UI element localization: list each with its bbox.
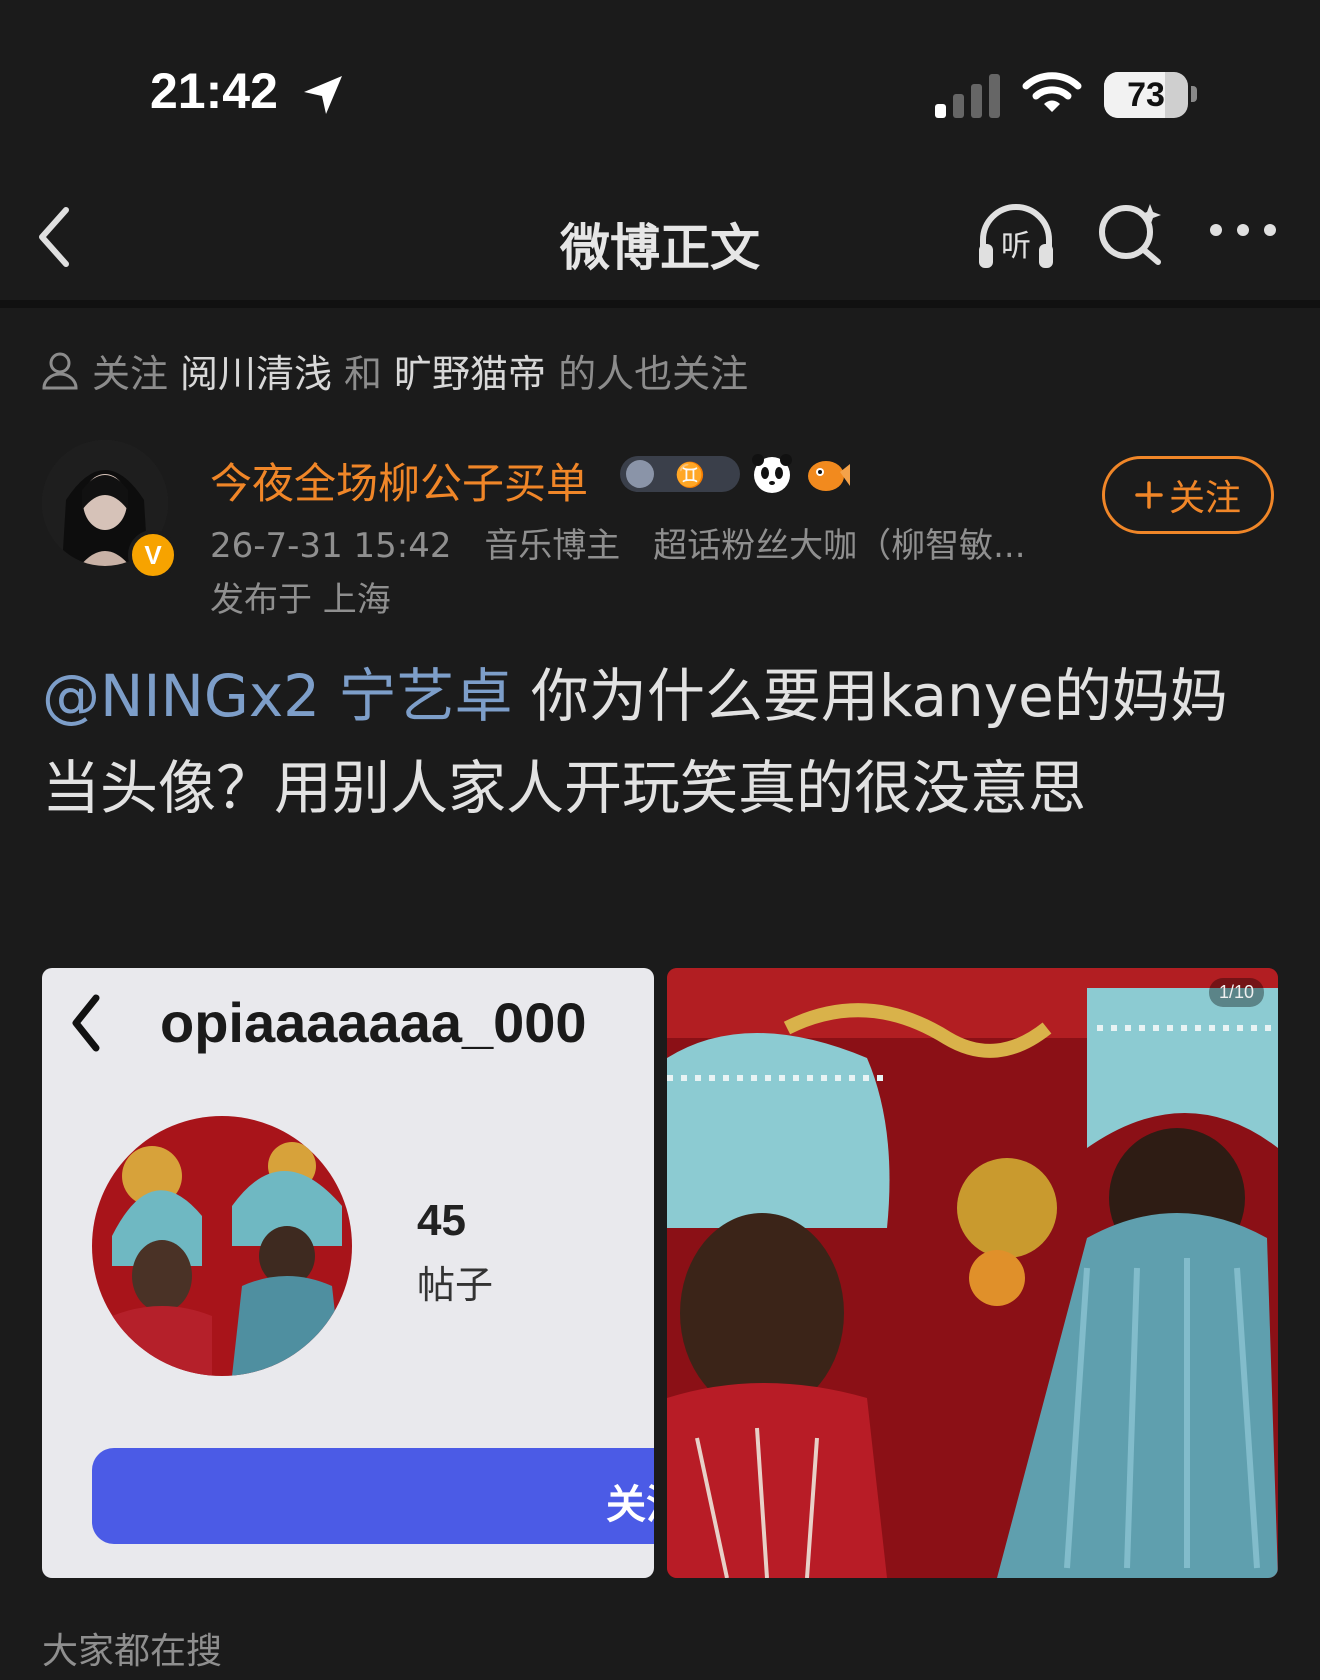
follow-recommendation[interactable]: 关注 阅川清浅 和 旷野猫帝 的人也关注 xyxy=(40,343,749,398)
author-tag-1: 音乐博主 xyxy=(484,526,621,566)
plus-icon xyxy=(1135,481,1163,509)
nav-bar: 微博正文 听 xyxy=(0,180,1320,308)
search-ai-icon[interactable] xyxy=(1098,200,1164,266)
post-date: 26-7-31 15:42 xyxy=(210,526,452,566)
author-tag-2: 超话粉丝大咖（柳智敏... xyxy=(653,526,1026,566)
profile-username: opiaaaaaaa_000 xyxy=(160,991,587,1054)
recommend-suffix: 的人也关注 xyxy=(558,351,749,396)
battery-percentage: 73 xyxy=(1127,76,1165,114)
wifi-icon xyxy=(1022,72,1082,112)
person-outline-icon xyxy=(42,352,78,390)
fish-icon xyxy=(808,461,850,491)
recommend-prefix: 关注 xyxy=(92,351,169,396)
status-time: 21:42 xyxy=(150,63,278,119)
back-chevron-icon xyxy=(72,994,100,1052)
mention-link[interactable]: @NINGx2 宁艺卓 xyxy=(42,662,513,730)
recommend-user-1[interactable]: 阅川清浅 xyxy=(180,343,332,398)
svg-text:♊: ♊ xyxy=(675,461,705,489)
panda-icon xyxy=(752,454,792,493)
location-arrow-icon xyxy=(304,76,342,114)
zodiac-badge-icon: ♊ xyxy=(620,456,740,492)
cellular-signal-icon xyxy=(935,74,1000,118)
image-counter: 1/10 xyxy=(1208,978,1264,1007)
follow-button-label: 关注 xyxy=(1168,478,1241,519)
ig-follow-button: 关注 xyxy=(92,1448,654,1544)
profile-avatar xyxy=(92,1116,352,1376)
posts-label: 帖子 xyxy=(417,1263,494,1307)
post-image-1[interactable]: opiaaaaaaa_000 45 帖子 关注 xyxy=(42,968,654,1578)
more-options-icon[interactable] xyxy=(1208,220,1278,240)
post-body: @NINGx2 宁艺卓 你为什么要用kanye的妈妈当头像？用别人家人开玩笑真的… xyxy=(42,650,1282,834)
recommend-conj: 和 xyxy=(344,351,383,396)
post-meta: 26-7-31 15:42 音乐博主 超话粉丝大咖（柳智敏... xyxy=(210,518,1048,567)
opera-photo xyxy=(667,968,1278,1578)
listen-label: 听 xyxy=(1001,229,1031,264)
battery-indicator: 73 xyxy=(1104,72,1188,118)
follow-button[interactable]: 关注 xyxy=(1102,456,1274,534)
ig-follow-label: 关注 xyxy=(606,1482,654,1528)
user-badges: ♊ xyxy=(620,452,850,496)
author-name[interactable]: 今夜全场柳公子买单 xyxy=(210,450,588,511)
post-image-2[interactable]: 1/10 xyxy=(667,968,1278,1578)
posts-count: 45 xyxy=(417,1196,466,1245)
listen-headphones-icon[interactable]: 听 xyxy=(975,200,1057,272)
recommend-user-2[interactable]: 旷野猫帝 xyxy=(394,343,546,398)
post-location: 发布于 上海 xyxy=(210,580,391,620)
battery-tip xyxy=(1191,86,1197,102)
status-bar: 21:42 73 xyxy=(0,0,1320,150)
trending-search-label: 大家都在搜 xyxy=(42,1631,223,1672)
verified-badge-icon: V xyxy=(128,530,178,580)
